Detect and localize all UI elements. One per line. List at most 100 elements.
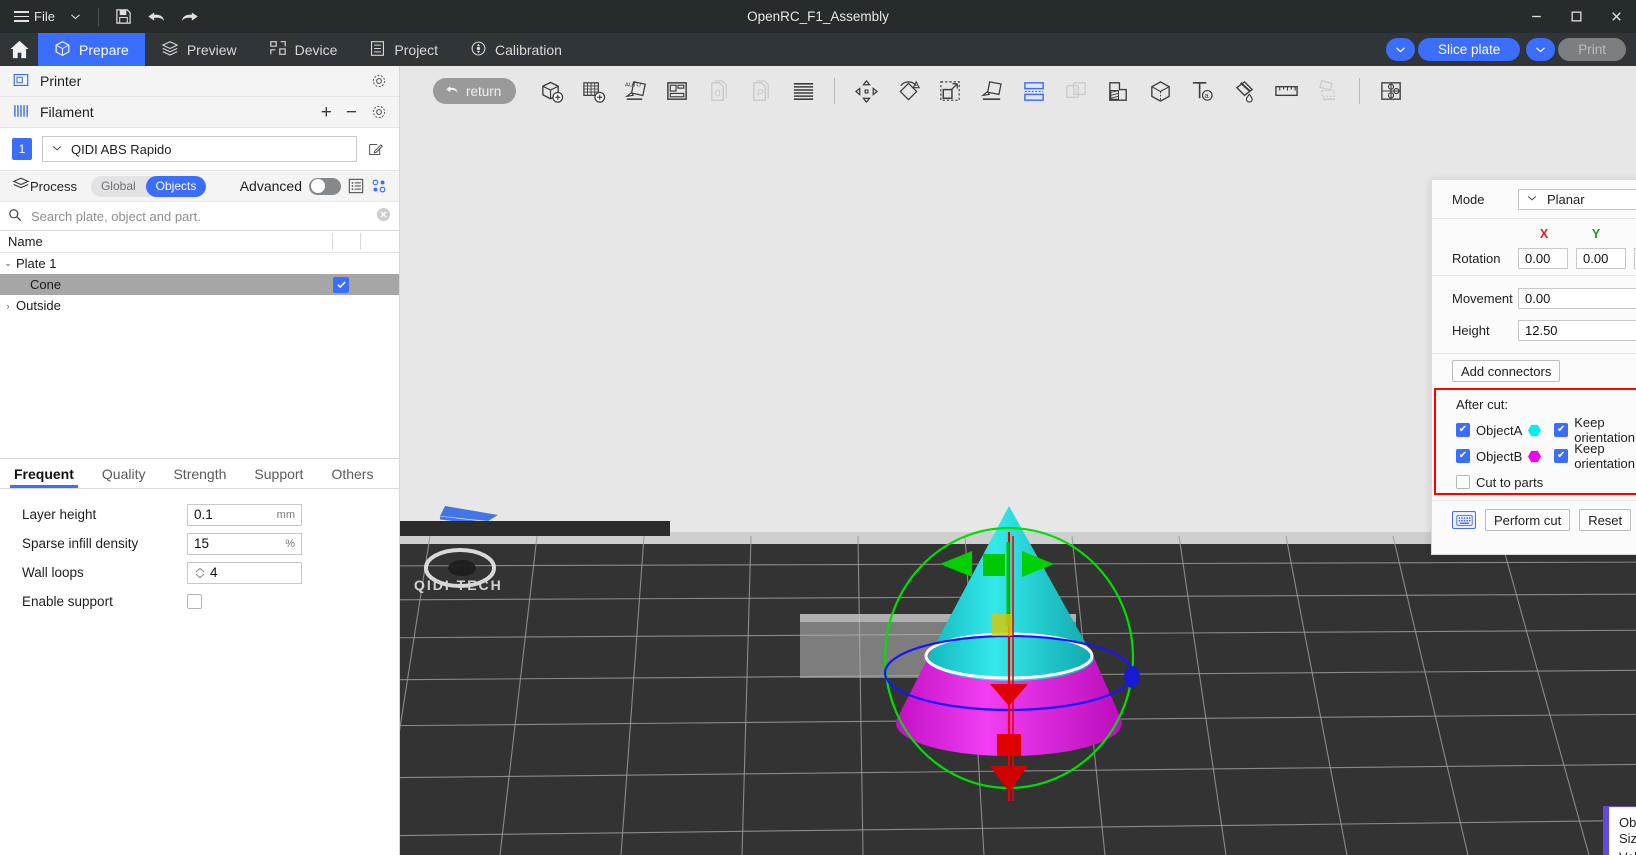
support-painting-icon[interactable] (1098, 71, 1138, 111)
tab-prepare[interactable]: Prepare (38, 33, 145, 66)
clear-search-icon[interactable] (376, 207, 391, 225)
svg-text:0: 0 (714, 87, 720, 99)
save-icon[interactable] (109, 4, 138, 30)
expander-icon[interactable]: › (0, 301, 16, 311)
edit-filament-icon[interactable] (363, 142, 387, 157)
object-visibility-checkbox[interactable] (333, 277, 349, 293)
filament-row-header[interactable]: Filament + − (0, 97, 399, 128)
param-unit: % (285, 538, 295, 550)
add-filament-button[interactable]: + (321, 103, 332, 122)
object-a-keep-orientation-checkbox[interactable] (1554, 423, 1568, 437)
filament-settings-gear-icon[interactable] (371, 104, 387, 120)
list-item[interactable]: Cone (0, 274, 399, 295)
list-view-icon[interactable] (348, 178, 364, 194)
filament-map-icon[interactable] (371, 178, 387, 194)
cut-icon[interactable] (1014, 71, 1054, 111)
object-b-keep-orientation-checkbox[interactable] (1554, 449, 1568, 463)
file-menu-button[interactable]: File (8, 4, 61, 30)
tab-strength[interactable]: Strength (159, 459, 240, 488)
return-button[interactable]: return (433, 78, 516, 104)
arrange-icon[interactable] (657, 71, 697, 111)
slice-plate-split-button[interactable]: Slice plate (1386, 38, 1520, 61)
object-a-row: ObjectA Keep orientation Place on cut Fl… (1456, 417, 1636, 443)
reset-button[interactable]: Reset (1579, 509, 1631, 531)
printer-row[interactable]: Printer (0, 66, 399, 97)
scope-segmented-control[interactable]: Global Objects (91, 176, 206, 197)
printer-label: Printer (40, 73, 81, 89)
keyboard-shortcut-icon[interactable] (1452, 511, 1476, 529)
tab-project[interactable]: Project (353, 33, 454, 66)
scope-global-option[interactable]: Global (91, 176, 146, 197)
minimize-button[interactable] (1516, 0, 1556, 33)
close-button[interactable] (1596, 0, 1636, 33)
remove-filament-button[interactable]: − (346, 103, 357, 122)
3d-viewport[interactable]: QIDI TECH (400, 66, 1636, 855)
expander-icon[interactable]: ⌄ (0, 258, 16, 269)
wall-loops-input[interactable]: 4 (187, 562, 302, 584)
search-input[interactable] (29, 208, 376, 225)
measure-icon[interactable] (1266, 71, 1306, 111)
rotation-y-input[interactable]: 0.00 (1576, 248, 1626, 269)
variable-layer-height-icon[interactable] (783, 71, 823, 111)
scale-icon[interactable] (930, 71, 970, 111)
stepper-arrows-icon[interactable] (194, 567, 205, 579)
chevron-down-icon (1526, 192, 1538, 207)
movement-input[interactable]: 0.00 (1518, 288, 1636, 309)
tab-calibration[interactable]: Calibration (454, 33, 578, 66)
place-on-face-icon[interactable] (972, 71, 1012, 111)
mesh-boolean-icon[interactable] (1056, 71, 1096, 111)
filament-preset-name: QIDI ABS Rapido (71, 142, 171, 157)
printer-settings-gear-icon[interactable] (371, 73, 387, 89)
redo-icon[interactable] (174, 4, 206, 30)
plate-0-icon[interactable]: 0 (699, 71, 739, 111)
slice-plate-button[interactable]: Slice plate (1418, 38, 1520, 61)
print-button[interactable]: Print (1558, 38, 1626, 61)
object-a-checkbox[interactable] (1456, 423, 1470, 437)
tab-others[interactable]: Others (317, 459, 387, 488)
layer-height-input[interactable]: 0.1 mm (187, 504, 302, 526)
object-b-keep-orientation-label: Keep orientation (1574, 441, 1636, 471)
device-icon (269, 39, 287, 60)
assembly-icon[interactable] (1308, 71, 1348, 111)
tab-support[interactable]: Support (240, 459, 317, 488)
rotate-icon[interactable] (888, 71, 928, 111)
tab-quality[interactable]: Quality (88, 459, 160, 488)
text-emboss-icon[interactable]: a (1182, 71, 1222, 111)
add-object-icon[interactable] (531, 71, 571, 111)
fill-color-icon[interactable] (1224, 71, 1264, 111)
auto-orient-icon[interactable]: AUTO (615, 71, 655, 111)
left-sidebar: Printer Filament + − 1 (0, 66, 400, 855)
list-item[interactable]: ⌄ Plate 1 (0, 253, 399, 274)
param-row-sparse-infill-density: Sparse infill density 15 % (0, 529, 399, 558)
object-b-checkbox[interactable] (1456, 449, 1470, 463)
scope-objects-option[interactable]: Objects (146, 176, 207, 197)
add-connectors-button[interactable]: Add connectors (1452, 360, 1560, 382)
enable-support-checkbox[interactable] (187, 594, 202, 609)
sparse-infill-density-input[interactable]: 15 % (187, 533, 302, 555)
cut-mode-dropdown[interactable]: Planar (1518, 189, 1636, 210)
add-plate-icon[interactable] (573, 71, 613, 111)
filament-label: Filament (40, 104, 94, 120)
tab-frequent[interactable]: Frequent (0, 459, 88, 488)
print-split-button[interactable]: Print (1526, 38, 1626, 61)
rotation-x-input[interactable]: 0.00 (1518, 248, 1568, 269)
seam-painting-icon[interactable] (1140, 71, 1180, 111)
plate-p-icon[interactable]: P (741, 71, 781, 111)
print-dropdown-arrow-icon[interactable] (1526, 38, 1555, 61)
advanced-toggle[interactable] (309, 178, 341, 195)
undo-icon[interactable] (140, 4, 172, 30)
height-input[interactable]: 12.50 (1518, 320, 1636, 341)
home-icon[interactable] (0, 33, 38, 66)
filament-preset-dropdown[interactable]: QIDI ABS Rapido (42, 136, 357, 162)
perform-cut-button[interactable]: Perform cut (1485, 509, 1570, 531)
cut-to-parts-checkbox[interactable] (1456, 475, 1470, 489)
tab-calibration-label: Calibration (495, 42, 562, 58)
slice-dropdown-arrow-icon[interactable] (1386, 38, 1415, 61)
list-item[interactable]: › Outside (0, 295, 399, 316)
move-icon[interactable] (846, 71, 886, 111)
split-to-parts-icon[interactable] (1371, 71, 1411, 111)
tab-device[interactable]: Device (253, 33, 354, 66)
maximize-button[interactable] (1556, 0, 1596, 33)
chevron-down-icon[interactable] (63, 4, 88, 30)
tab-preview[interactable]: Preview (145, 33, 253, 66)
